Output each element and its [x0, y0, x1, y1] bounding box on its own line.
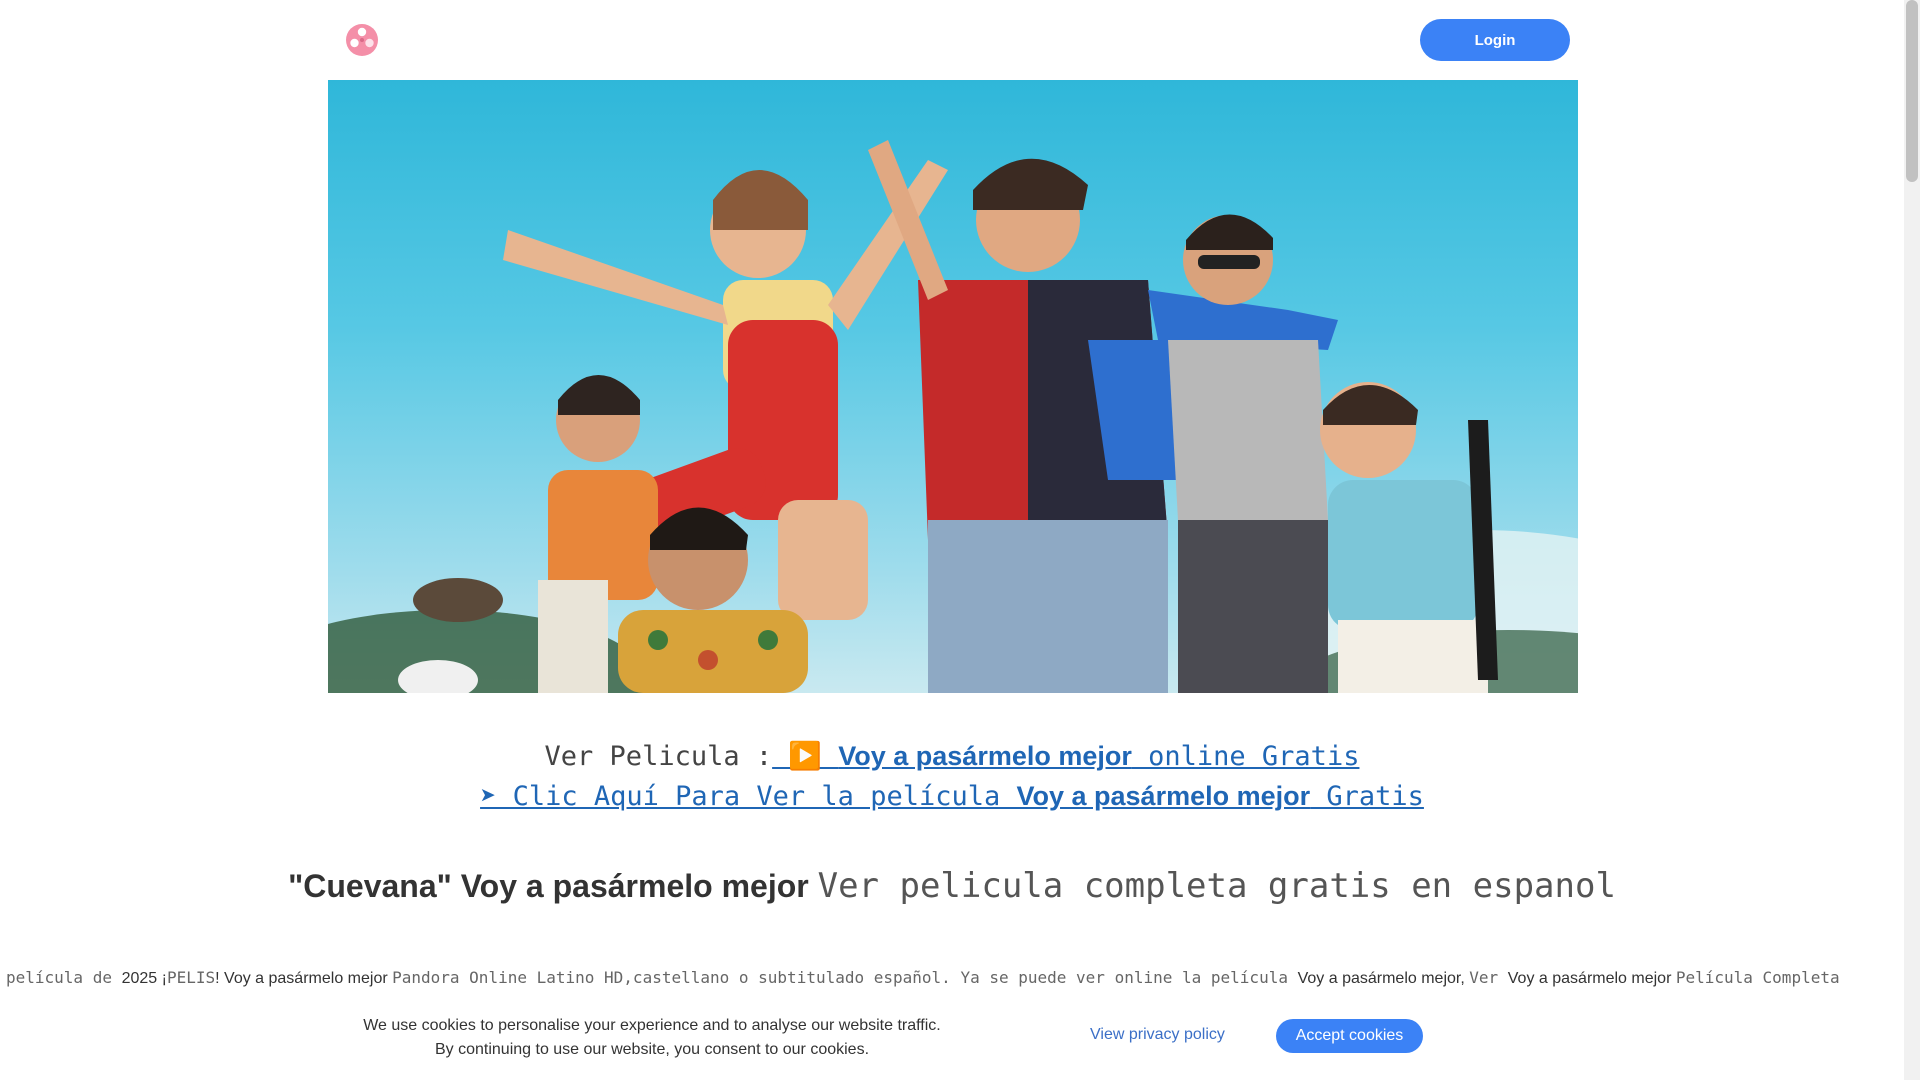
privacy-policy-link[interactable]: View privacy policy [1090, 1026, 1225, 1044]
accept-cookies-button[interactable]: Accept cookies [1276, 1019, 1423, 1053]
click-here-line: ➤ Clic Aquí Para Ver la película Voy a p… [0, 781, 1904, 812]
cookie-banner: We use cookies to personalise your exper… [0, 1000, 1904, 1080]
watch-label: Ver Pelicula : [544, 741, 773, 772]
login-button[interactable]: Login [1420, 19, 1570, 61]
description-text: película de 2025 ¡PELIS! Voy a pasármelo… [6, 968, 1840, 987]
movie-poster-image [328, 80, 1578, 693]
cookie-message: We use cookies to personalise your exper… [363, 1017, 941, 1058]
watch-movie-line: Ver Pelicula : ▶️ Voy a pasármelo mejor … [0, 740, 1904, 772]
page-title: "Cuevana" Voy a pasármelo mejor Ver peli… [288, 866, 1616, 906]
watch-online-link[interactable]: ▶️ Voy a pasármelo mejor online Gratis [772, 741, 1359, 772]
page-scrollbar[interactable] [1904, 0, 1920, 1080]
scrollbar-thumb[interactable] [1906, 0, 1918, 182]
film-reel-icon[interactable] [345, 23, 379, 57]
click-here-link[interactable]: ➤ Clic Aquí Para Ver la película Voy a p… [480, 781, 1424, 812]
site-header: Login [0, 0, 1904, 80]
